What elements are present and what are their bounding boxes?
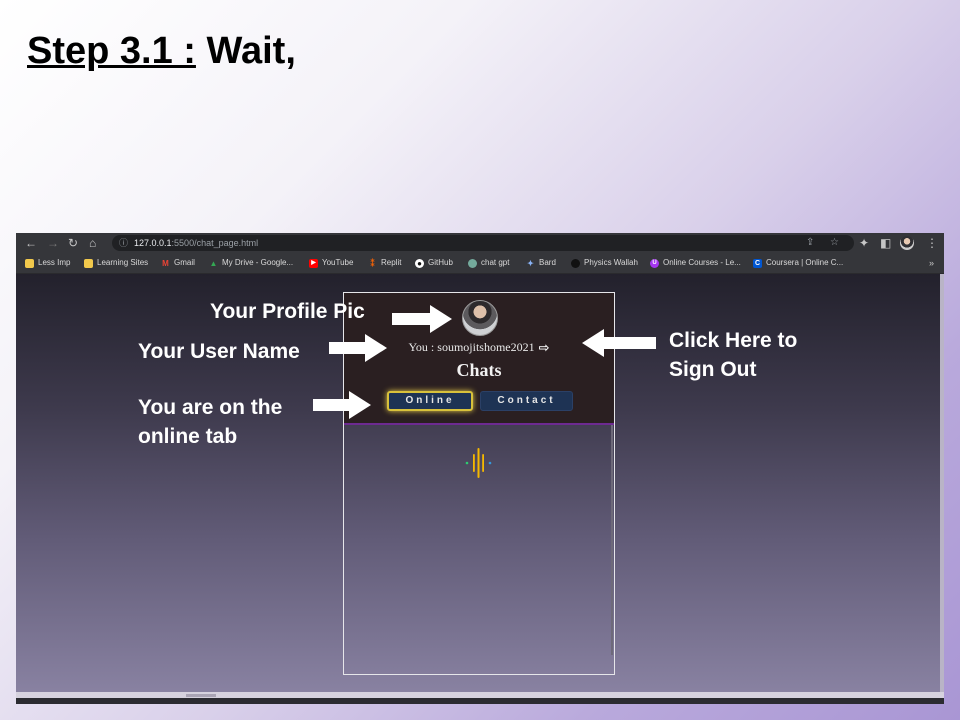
bookmarks-bar: Less Imp Learning Sites M Gmail ▲ My Drive… [16,253,944,274]
bookmark-star-icon[interactable]: ☆ [830,236,839,250]
scrollbar-thumb[interactable] [186,694,216,697]
side-panel-icon[interactable]: ◧ [880,235,891,251]
tab-contact[interactable]: Contact [480,391,573,411]
bard-icon: ✦ [527,258,534,268]
bookmark-item[interactable]: chat gpt [468,257,509,269]
profile-picture [462,300,498,336]
bookmark-item[interactable]: Less Imp [25,257,70,269]
user-name-text: You : soumojitshome2021 [408,340,535,354]
chats-heading: Chats [456,360,502,380]
github-icon: ● [415,258,424,268]
udemy-icon: U [650,258,659,268]
chatgpt-icon [468,258,477,268]
slide-step-label: Step 3.1 : [27,30,196,72]
bookmark-item[interactable]: Learning Sites [84,257,148,269]
bookmark-item[interactable]: U Online Courses - Le... [650,257,741,269]
folder-icon [25,258,34,268]
annotation-sign-out-line1: Click Here to [669,329,798,352]
youtube-icon: ▶ [309,258,318,268]
address-bar[interactable]: ⓘ 127.0.0.1:5500/chat_page.html ⇪ ☆ [112,235,854,251]
bookmark-item[interactable]: ● GitHub [415,257,453,269]
annotation-online-tab-line2: online tab [138,425,238,448]
home-icon[interactable]: ⌂ [89,235,96,251]
extensions-icon[interactable]: ✦ [859,235,869,251]
annotation-online-tab-line1: You are on the [138,396,283,419]
bookmark-item[interactable]: M Gmail [161,257,195,269]
browser-window: ← → ↻ ⌂ ⓘ 127.0.0.1:5500/chat_page.html … [16,233,944,704]
bookmark-item[interactable]: ▲ My Drive - Google... [209,257,294,269]
gmail-icon: M [162,258,169,268]
arrow-left-icon [582,329,656,357]
page-vertical-scrollbar[interactable] [940,274,944,698]
coursera-icon: C [753,258,762,268]
annotation-user-name: Your User Name [138,340,300,363]
site-info-icon[interactable]: ⓘ [119,237,128,249]
pw-icon [571,258,580,268]
browser-toolbar: ← → ↻ ⌂ ⓘ 127.0.0.1:5500/chat_page.html … [16,233,944,253]
forward-icon[interactable]: → [47,235,59,251]
annotation-profile-pic: Your Profile Pic [210,300,365,323]
bookmark-item[interactable]: ▶ YouTube [309,257,353,269]
reload-icon[interactable]: ↻ [68,235,78,251]
slide-step-text: Wait, [195,30,296,72]
bookmarks-overflow-icon[interactable]: » [929,257,934,269]
tab-online[interactable]: Online [387,391,473,411]
page-horizontal-scrollbar[interactable] [16,692,944,698]
address-url[interactable]: 127.0.0.1:5500/chat_page.html [134,237,258,249]
drive-icon: ▲ [209,258,218,268]
annotation-sign-out-line2: Sign Out [669,358,757,381]
loading-spinner-icon [465,448,492,478]
bookmark-item[interactable]: ✦ Bard [526,257,556,269]
bookmark-item[interactable]: Physics Wallah [571,257,638,269]
arrow-right-icon [313,391,371,419]
bookmark-item[interactable]: C Coursera | Online C... [753,257,843,269]
bookmark-item[interactable]: ⁑ Replit [368,257,402,269]
folder-icon [84,258,93,268]
arrow-right-icon [329,334,387,362]
menu-icon[interactable]: ⋮ [926,235,938,251]
replit-icon: ⁑ [370,258,375,268]
chat-scrollbar[interactable] [611,425,613,655]
back-icon[interactable]: ← [25,235,37,251]
arrow-right-icon [392,305,452,333]
browser-profile-avatar[interactable] [900,236,914,250]
share-icon[interactable]: ⇪ [806,236,814,250]
slide-title: Step 3.1 : Wait, [27,30,296,73]
sign-out-icon[interactable]: ⇨ [539,341,550,356]
